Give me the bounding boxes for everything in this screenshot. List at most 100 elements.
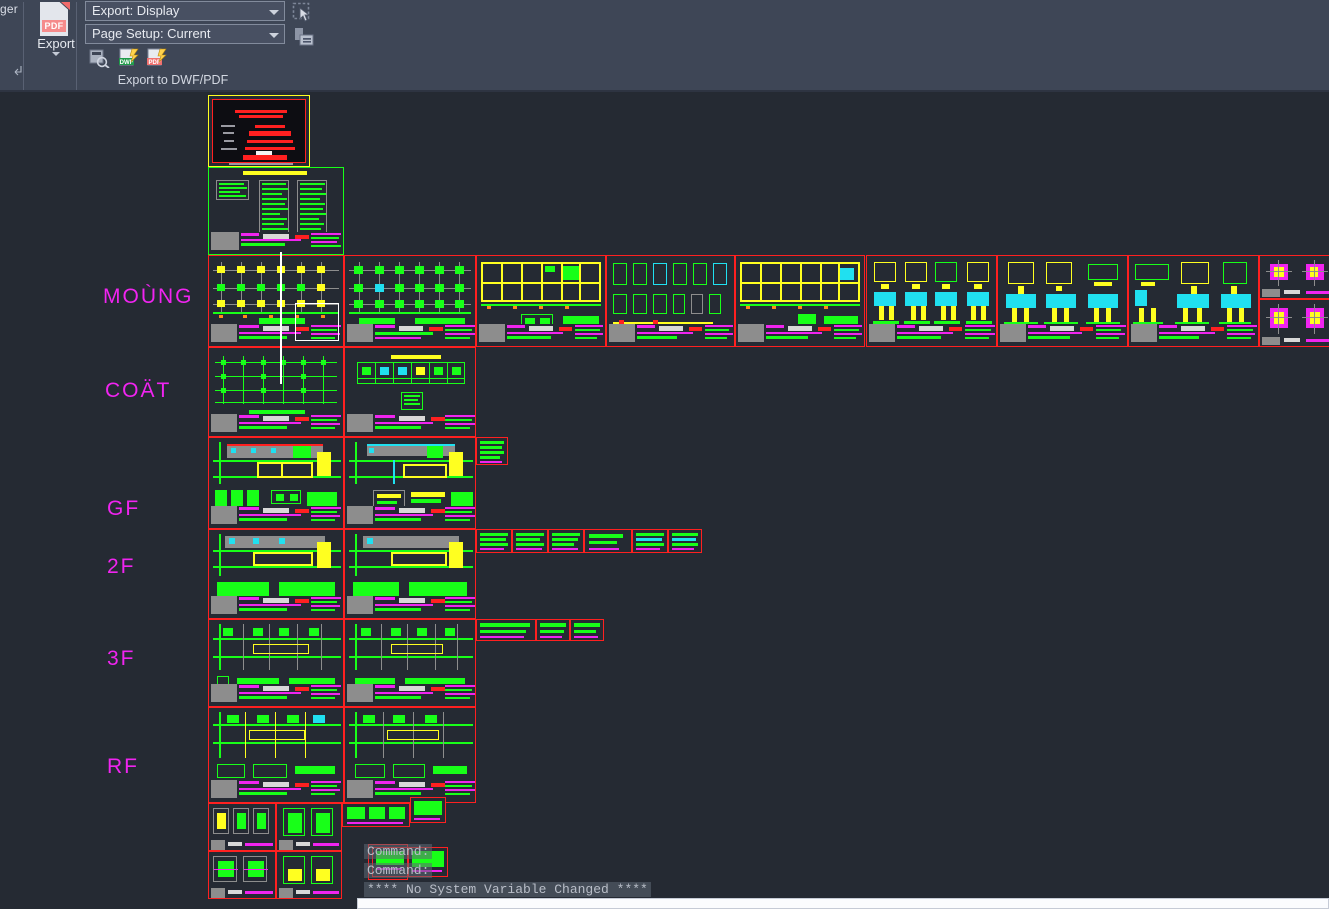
sheet-pile-cap-details-2[interactable] bbox=[997, 255, 1128, 347]
export-dropdown-arrow-icon[interactable] bbox=[52, 52, 60, 56]
f2-note-1a bbox=[217, 582, 269, 596]
sheet-rf-plan-1[interactable] bbox=[208, 707, 344, 803]
sheet-general-notes[interactable] bbox=[208, 167, 344, 255]
title-block bbox=[211, 596, 341, 616]
rf-detail-3 bbox=[355, 764, 385, 778]
command-input[interactable] bbox=[357, 898, 1329, 909]
notes-heading bbox=[243, 171, 307, 175]
edge-detail-4 bbox=[1302, 304, 1328, 334]
command-status-message: **** No System Variable Changed **** bbox=[364, 882, 651, 897]
ribbon-panel-export: ger PDF Export Export: Display Page Setu… bbox=[0, 0, 1329, 92]
sheet-gf-plan-2[interactable] bbox=[344, 437, 476, 529]
edge-detail-2 bbox=[1302, 260, 1328, 286]
f2-plan-graphics-1 bbox=[213, 534, 341, 578]
gf-note-1 bbox=[307, 492, 337, 506]
sheet-2f-plan-2[interactable] bbox=[344, 529, 476, 619]
edge-detail-1 bbox=[1266, 260, 1292, 286]
export-scope-combo[interactable]: Export: Display bbox=[85, 1, 285, 21]
sheet-2f-plan-1[interactable] bbox=[208, 529, 344, 619]
edge-detail-3 bbox=[1266, 304, 1292, 334]
sheet-3f-sched-3[interactable] bbox=[570, 619, 604, 641]
f3-plan-graphics-2 bbox=[349, 624, 473, 672]
sheet-cover[interactable] bbox=[208, 95, 310, 167]
gf-plan-graphics-1 bbox=[213, 442, 341, 486]
rf-note-2 bbox=[433, 766, 467, 774]
sheet-pile-cap-details-3[interactable] bbox=[1128, 255, 1259, 347]
select-window-icon[interactable] bbox=[292, 2, 312, 22]
sheet-pile-cap-details-1[interactable] bbox=[866, 255, 997, 347]
command-line-area[interactable]: Command: Command: **** No System Variabl… bbox=[0, 839, 1329, 909]
notes-table-1 bbox=[216, 180, 249, 200]
page-setup-value: Page Setup: Current bbox=[92, 26, 211, 41]
sheet-2f-sched-1[interactable] bbox=[476, 529, 512, 553]
sheet-gf-plan-1[interactable] bbox=[208, 437, 344, 529]
sheet-2f-sched-3[interactable] bbox=[548, 529, 584, 553]
floor-tag-2f: 2F bbox=[107, 555, 136, 578]
title-block bbox=[347, 414, 475, 434]
title-block bbox=[347, 596, 475, 616]
ribbon-tab-label[interactable]: ger bbox=[0, 2, 18, 16]
f2-note-2b bbox=[409, 582, 467, 596]
command-history-line-1: Command: bbox=[364, 844, 433, 859]
cover-field-2 bbox=[223, 132, 234, 134]
title-block bbox=[211, 506, 341, 526]
title-block bbox=[211, 684, 341, 704]
preview-icon[interactable] bbox=[88, 48, 110, 69]
sheet-3f-sched-2[interactable] bbox=[536, 619, 570, 641]
edge-title-2 bbox=[1262, 337, 1329, 345]
sheet-3f-plan-2[interactable] bbox=[344, 619, 476, 707]
svg-text:PDF: PDF bbox=[149, 60, 161, 66]
sheet-column-plan[interactable] bbox=[208, 347, 344, 437]
sheet-2f-sched-2[interactable] bbox=[512, 529, 548, 553]
cover-field-1 bbox=[221, 125, 235, 127]
sheet-detail-a4[interactable] bbox=[410, 797, 446, 823]
export-button-label[interactable]: Export bbox=[30, 36, 82, 51]
beam-note-1 bbox=[563, 316, 599, 324]
sheet-gf-small-schedule[interactable] bbox=[476, 437, 508, 465]
sheet-3f-sched-1[interactable] bbox=[476, 619, 536, 641]
chevron-down-icon[interactable] bbox=[269, 10, 279, 15]
ribbon-panel-title: Export to DWF/PDF bbox=[117, 73, 229, 87]
export-dwf-icon[interactable]: DWF bbox=[118, 48, 140, 68]
page-setup-combo[interactable]: Page Setup: Current bbox=[85, 24, 285, 44]
beam-note-2 bbox=[824, 316, 858, 324]
sheet-2f-sched-4[interactable] bbox=[584, 529, 632, 553]
sheet-2f-sched-5[interactable] bbox=[632, 529, 668, 553]
sheet-3f-plan-1[interactable] bbox=[208, 619, 344, 707]
column-schedule-table bbox=[357, 362, 465, 384]
title-block bbox=[347, 324, 475, 344]
drawing-canvas[interactable]: MOÙNG COÄT GF 2F 3F RF bbox=[0, 92, 1329, 909]
command-history-line-2: Command: bbox=[364, 863, 433, 878]
sheet-detail-a3[interactable] bbox=[342, 803, 410, 827]
sheet-foundation-details-1[interactable] bbox=[606, 255, 735, 347]
sheet-rf-plan-2[interactable] bbox=[344, 707, 476, 803]
floor-tag-mong: MOÙNG bbox=[103, 285, 194, 308]
title-block bbox=[347, 684, 475, 704]
rf-detail-2 bbox=[253, 764, 287, 778]
export-pdf-large-icon[interactable]: PDF bbox=[40, 2, 70, 38]
sheet-2f-sched-6[interactable] bbox=[668, 529, 702, 553]
edge-title-1 bbox=[1262, 289, 1329, 297]
title-block bbox=[738, 324, 862, 344]
sheet-column-schedule[interactable] bbox=[344, 347, 476, 437]
sheet-foundation-beam-2[interactable] bbox=[735, 255, 865, 347]
page-setup-manager-icon[interactable] bbox=[294, 27, 314, 47]
pilecap-grid-2 bbox=[1002, 260, 1123, 326]
chevron-down-icon[interactable] bbox=[269, 33, 279, 38]
pdf-badge-label: PDF bbox=[42, 20, 66, 32]
title-block bbox=[1000, 324, 1126, 344]
sheet-column-detail-edge-2[interactable] bbox=[1259, 299, 1329, 347]
sheet-column-detail-edge-1[interactable] bbox=[1259, 255, 1329, 299]
gf-plan-graphics-2 bbox=[349, 442, 473, 486]
notes-table-2 bbox=[259, 180, 289, 240]
cover-field-4 bbox=[221, 148, 237, 150]
sheet-foundation-beam-1[interactable] bbox=[476, 255, 606, 347]
export-pdf-small-icon[interactable]: PDF bbox=[146, 48, 168, 68]
f2-note-2a bbox=[353, 582, 399, 596]
autocad-window: ger PDF Export Export: Display Page Setu… bbox=[0, 0, 1329, 909]
panel-expander-icon[interactable] bbox=[12, 64, 24, 79]
pilecap-grid-3 bbox=[1133, 260, 1254, 326]
foundation-grid-2 bbox=[349, 262, 471, 316]
sheet-foundation-plan-2[interactable] bbox=[344, 255, 476, 347]
export-scope-value: Export: Display bbox=[92, 3, 180, 18]
